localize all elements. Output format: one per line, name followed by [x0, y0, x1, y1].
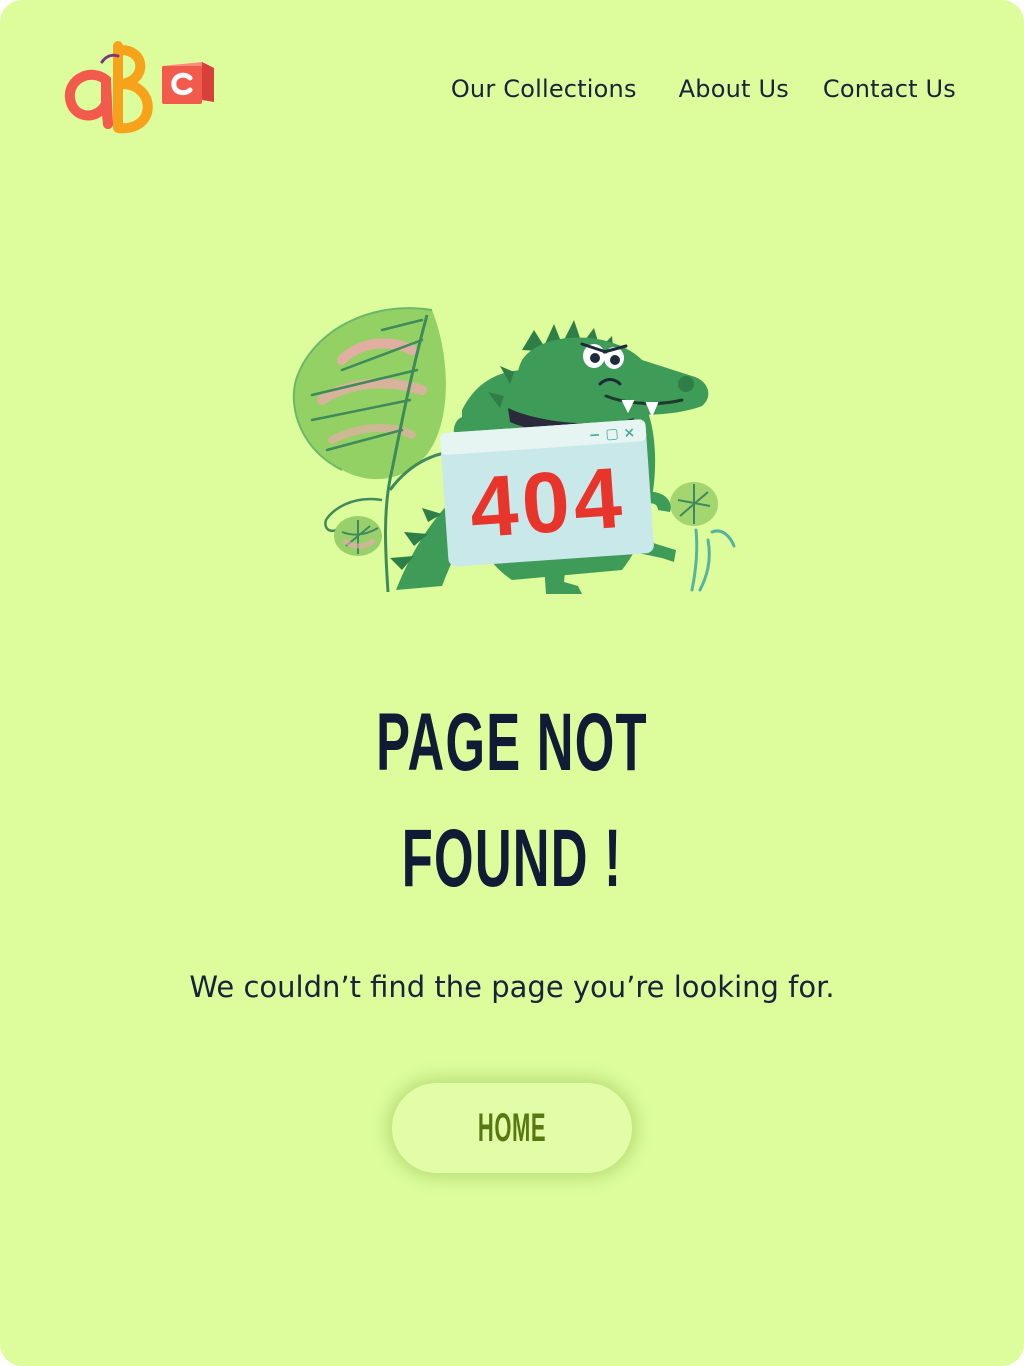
nav-about-us[interactable]: About Us — [679, 72, 789, 106]
main-nav: Our Collections About Us Contact Us — [451, 72, 956, 106]
home-button[interactable]: HOME — [392, 1083, 632, 1173]
nav-contact-us[interactable]: Contact Us — [823, 72, 956, 106]
nav-our-collections[interactable]: Our Collections — [451, 72, 637, 106]
page-title: PAGE NOT FOUND ! — [195, 685, 830, 917]
page-title-line1: PAGE NOT — [376, 697, 648, 788]
crocodile-404-icon: − ▢ × 404 — [292, 307, 736, 594]
404-sign: − ▢ × 404 — [439, 419, 654, 567]
not-found-page: Our Collections About Us Contact Us − ▢ … — [0, 0, 1024, 1366]
abc-logo[interactable] — [62, 40, 218, 140]
not-found-message: We couldn’t find the page you’re looking… — [189, 970, 835, 1004]
page-title-line2: FOUND ! — [401, 813, 623, 904]
window-controls: − ▢ × — [588, 425, 635, 444]
sign-404-text: 404 — [467, 450, 629, 557]
home-button-label: HOME — [477, 1105, 547, 1150]
